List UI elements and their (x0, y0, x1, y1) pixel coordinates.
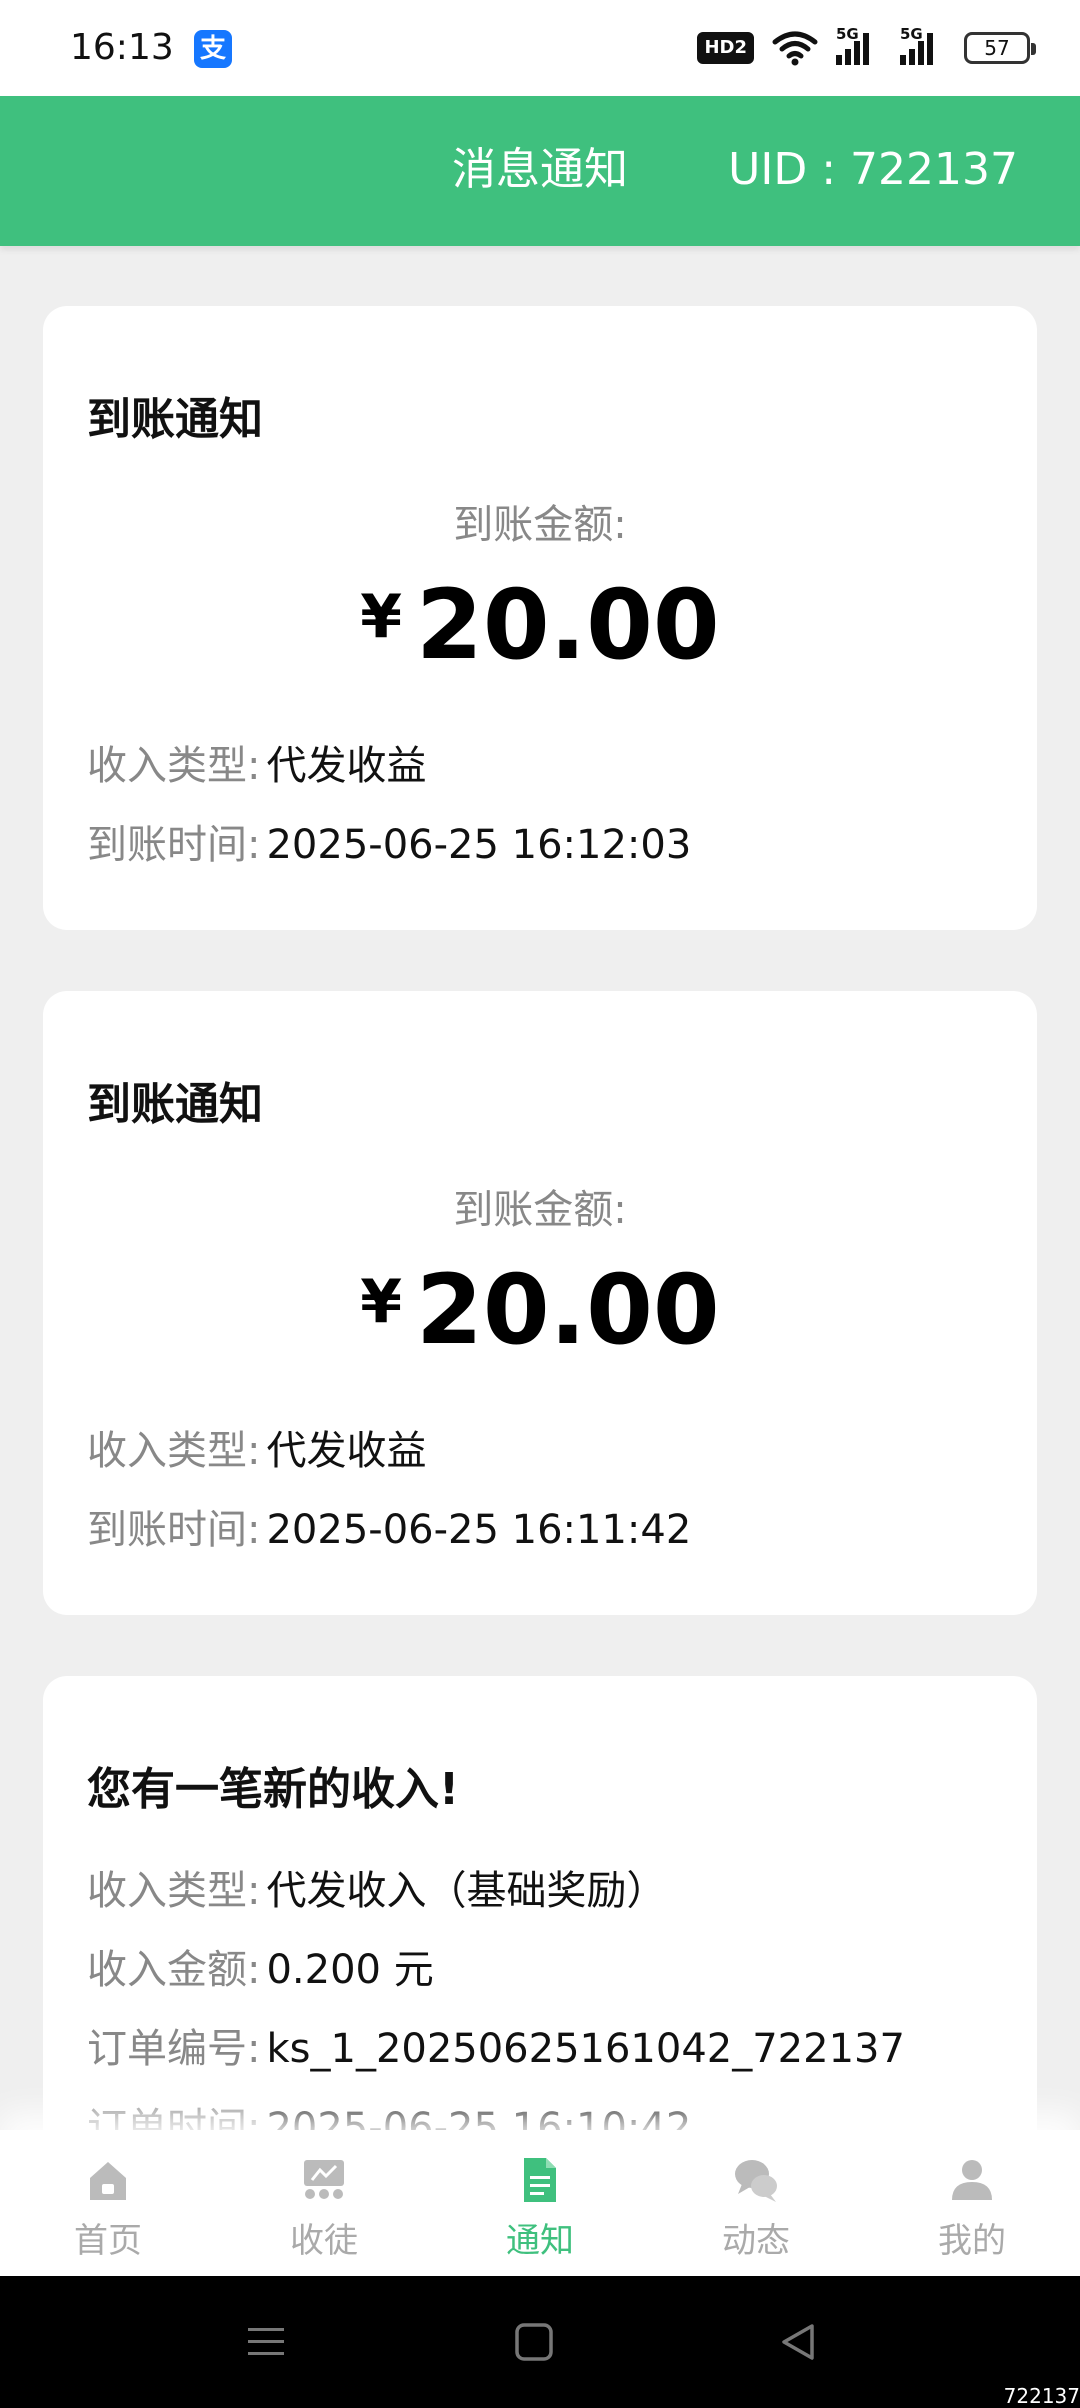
order-time-row: 订单时间: 2025-06-25 16:10:42 (87, 2103, 691, 2130)
person-icon (952, 2160, 992, 2200)
row-value: 0.200 元 (266, 1947, 434, 1993)
app-header: 消息通知 UID : 722137 (0, 96, 1080, 246)
amount-label: 到账金额: (453, 1187, 627, 1233)
amount-label: 到账金额: (453, 502, 627, 548)
tab-label: 通知 (506, 2221, 574, 2261)
tab-feed[interactable]: 动态 (648, 2130, 864, 2276)
status-bar: 16:13 支 HD2 5G 5G 57 (0, 0, 1080, 96)
row-value: ks_1_20250625161042_722137 (266, 2026, 905, 2072)
amount-number: 20.00 (416, 1254, 720, 1366)
system-nav-bar: 722137 (0, 2276, 1080, 2408)
menu-icon[interactable] (244, 2320, 288, 2364)
notification-card[interactable]: 您有一笔新的收入! 收入类型: 代发收入（基础奖励） 收入金额: 0.200 元 订… (43, 1676, 1037, 2130)
alipay-icon: 支 (194, 30, 232, 68)
tab-notifications[interactable]: 通知 (432, 2130, 648, 2276)
income-type-row: 收入类型: 代发收益 (87, 1426, 426, 1476)
notification-list[interactable]: 到账通知 到账金额: ¥20.00 收入类型: 代发收益 到账时间: 2025-06… (0, 246, 1080, 2130)
status-icons: HD2 5G 5G 57 (697, 25, 1036, 68)
row-value: 代发收入（基础奖励） (266, 1868, 667, 1914)
row-value: 代发收益 (266, 743, 427, 789)
income-type-row: 收入类型: 代发收益 (87, 741, 426, 791)
home-square-icon[interactable] (512, 2320, 556, 2364)
row-value: 2025-06-25 16:11:42 (266, 1507, 692, 1553)
arrival-time-row: 到账时间: 2025-06-25 16:12:03 (87, 820, 691, 870)
arrival-time-row: 到账时间: 2025-06-25 16:11:42 (87, 1505, 691, 1555)
network-type-label: 5G (900, 25, 923, 43)
card-title: 您有一笔新的收入! (87, 1764, 460, 1815)
row-key: 收入金额: (87, 1947, 261, 1993)
notification-card[interactable]: 到账通知 到账金额: ¥20.00 收入类型: 代发收益 到账时间: 2025-06… (43, 306, 1037, 930)
wifi-icon (772, 31, 818, 66)
back-triangle-icon[interactable] (776, 2320, 820, 2364)
row-value: 2025-06-25 16:10:42 (266, 2105, 692, 2130)
apprentice-icon (304, 2160, 344, 2199)
tab-label: 我的 (938, 2221, 1006, 2261)
tab-home[interactable]: 首页 (0, 2130, 216, 2276)
uid-watermark: 722137 (1003, 2384, 1080, 2408)
currency-symbol: ¥ (360, 582, 403, 652)
user-uid: UID : 722137 (728, 144, 1018, 195)
tab-apprentice[interactable]: 收徒 (216, 2130, 432, 2276)
income-amount-row: 收入金额: 0.200 元 (87, 1945, 434, 1995)
currency-symbol: ¥ (360, 1267, 403, 1337)
amount-value: ¥20.00 (43, 1255, 1037, 1393)
network-type-label: 5G (836, 25, 859, 43)
row-key: 收入类型: (87, 1428, 261, 1474)
card-title: 到账通知 (87, 1079, 263, 1130)
cell-signal-icon: 5G (836, 25, 882, 65)
hd-voice-icon: HD2 (697, 32, 754, 64)
income-type-row: 收入类型: 代发收入（基础奖励） (87, 1866, 666, 1916)
row-key: 收入类型: (87, 743, 261, 789)
order-number-row: 订单编号: ks_1_20250625161042_722137 (87, 2024, 905, 2074)
row-value: 2025-06-25 16:12:03 (266, 822, 692, 868)
row-key: 收入类型: (87, 1868, 261, 1914)
amount-number: 20.00 (416, 569, 720, 681)
row-value: 代发收益 (266, 1428, 427, 1474)
status-time: 16:13 (70, 27, 174, 68)
home-icon (90, 2162, 126, 2200)
row-key: 到账时间: (87, 1507, 261, 1553)
document-icon (524, 2158, 556, 2202)
row-key: 到账时间: (87, 822, 261, 868)
tab-label: 首页 (74, 2221, 142, 2261)
chat-bubbles-icon (735, 2160, 777, 2202)
row-key: 订单编号: (87, 2026, 261, 2072)
amount-value: ¥20.00 (43, 570, 1037, 708)
bottom-tab-bar: 首页 收徒 通知 动态 我的 (0, 2130, 1080, 2276)
card-title: 到账通知 (87, 394, 263, 445)
row-key: 订单时间: (87, 2105, 261, 2130)
tab-profile[interactable]: 我的 (864, 2130, 1080, 2276)
tab-label: 收徒 (290, 2221, 358, 2261)
battery-icon: 57 (964, 32, 1036, 64)
cell-signal-icon: 5G (900, 25, 946, 65)
tab-label: 动态 (722, 2221, 790, 2261)
notification-card[interactable]: 到账通知 到账金额: ¥20.00 收入类型: 代发收益 到账时间: 2025-06… (43, 991, 1037, 1615)
